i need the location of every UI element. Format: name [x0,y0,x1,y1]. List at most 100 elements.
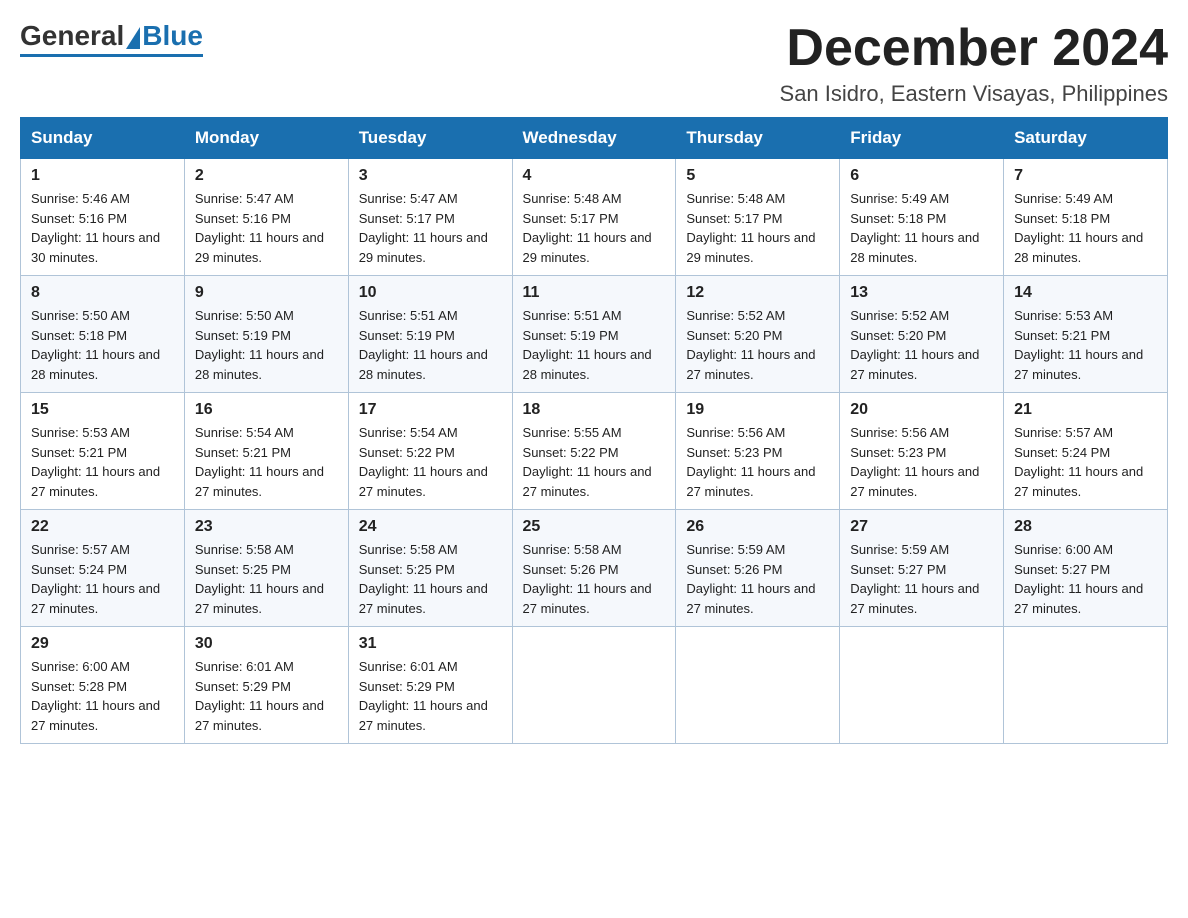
day-info: Sunrise: 5:52 AMSunset: 5:20 PMDaylight:… [686,308,815,382]
day-info: Sunrise: 5:51 AMSunset: 5:19 PMDaylight:… [359,308,488,382]
day-info: Sunrise: 5:50 AMSunset: 5:19 PMDaylight:… [195,308,324,382]
day-info: Sunrise: 5:57 AMSunset: 5:24 PMDaylight:… [31,542,160,616]
calendar-cell [676,627,840,744]
day-number: 24 [359,518,502,536]
logo-underline [20,54,203,57]
calendar-body: 1Sunrise: 5:46 AMSunset: 5:16 PMDaylight… [21,159,1168,744]
calendar-cell: 17Sunrise: 5:54 AMSunset: 5:22 PMDayligh… [348,393,512,510]
day-info: Sunrise: 6:01 AMSunset: 5:29 PMDaylight:… [195,659,324,733]
calendar-cell: 1Sunrise: 5:46 AMSunset: 5:16 PMDaylight… [21,159,185,276]
day-number: 27 [850,518,993,536]
calendar-cell: 13 Sunrise: 5:52 AMSunset: 5:20 PMDayligh… [840,276,1004,393]
calendar-cell: 31Sunrise: 6:01 AMSunset: 5:29 PMDayligh… [348,627,512,744]
calendar-week-row: 22 Sunrise: 5:57 AMSunset: 5:24 PMDayligh… [21,510,1168,627]
calendar-cell: 28 Sunrise: 6:00 AMSunset: 5:27 PMDayligh… [1004,510,1168,627]
logo-general-text: General [20,20,124,52]
calendar-cell: 2Sunrise: 5:47 AMSunset: 5:16 PMDaylight… [184,159,348,276]
calendar-week-row: 29Sunrise: 6:00 AMSunset: 5:28 PMDayligh… [21,627,1168,744]
calendar-cell [1004,627,1168,744]
day-info: Sunrise: 5:53 AMSunset: 5:21 PMDaylight:… [1014,308,1143,382]
calendar-header-row: SundayMondayTuesdayWednesdayThursdayFrid… [21,118,1168,159]
calendar-week-row: 1Sunrise: 5:46 AMSunset: 5:16 PMDaylight… [21,159,1168,276]
day-info: Sunrise: 5:59 AMSunset: 5:26 PMDaylight:… [686,542,815,616]
calendar-cell: 8 Sunrise: 5:50 AMSunset: 5:18 PMDaylight… [21,276,185,393]
title-section: December 2024 San Isidro, Eastern Visaya… [780,20,1168,107]
day-info: Sunrise: 5:50 AMSunset: 5:18 PMDaylight:… [31,308,160,382]
calendar-cell: 5 Sunrise: 5:48 AMSunset: 5:17 PMDaylight… [676,159,840,276]
day-number: 12 [686,284,829,302]
day-info: Sunrise: 5:59 AMSunset: 5:27 PMDaylight:… [850,542,979,616]
day-info: Sunrise: 5:56 AMSunset: 5:23 PMDaylight:… [686,425,815,499]
calendar-cell: 3 Sunrise: 5:47 AMSunset: 5:17 PMDaylight… [348,159,512,276]
day-number: 6 [850,167,993,185]
column-header-friday: Friday [840,118,1004,159]
day-info: Sunrise: 5:48 AMSunset: 5:17 PMDaylight:… [686,191,815,265]
day-info: Sunrise: 5:48 AMSunset: 5:17 PMDaylight:… [523,191,652,265]
day-info: Sunrise: 5:56 AMSunset: 5:23 PMDaylight:… [850,425,979,499]
day-number: 7 [1014,167,1157,185]
day-info: Sunrise: 5:55 AMSunset: 5:22 PMDaylight:… [523,425,652,499]
day-info: Sunrise: 5:57 AMSunset: 5:24 PMDaylight:… [1014,425,1143,499]
day-number: 19 [686,401,829,419]
day-info: Sunrise: 6:00 AMSunset: 5:27 PMDaylight:… [1014,542,1143,616]
calendar-cell: 14Sunrise: 5:53 AMSunset: 5:21 PMDayligh… [1004,276,1168,393]
day-number: 21 [1014,401,1157,419]
day-number: 10 [359,284,502,302]
day-info: Sunrise: 5:49 AMSunset: 5:18 PMDaylight:… [850,191,979,265]
day-number: 3 [359,167,502,185]
day-number: 5 [686,167,829,185]
column-header-tuesday: Tuesday [348,118,512,159]
calendar-cell: 19 Sunrise: 5:56 AMSunset: 5:23 PMDayligh… [676,393,840,510]
day-info: Sunrise: 5:58 AMSunset: 5:25 PMDaylight:… [195,542,324,616]
day-number: 15 [31,401,174,419]
column-header-saturday: Saturday [1004,118,1168,159]
day-number: 17 [359,401,502,419]
day-number: 25 [523,518,666,536]
column-header-thursday: Thursday [676,118,840,159]
calendar-cell [512,627,676,744]
location-subtitle: San Isidro, Eastern Visayas, Philippines [780,81,1168,107]
calendar-cell: 25 Sunrise: 5:58 AMSunset: 5:26 PMDayligh… [512,510,676,627]
page-header: General Blue December 2024 San Isidro, E… [20,20,1168,107]
day-info: Sunrise: 5:47 AMSunset: 5:16 PMDaylight:… [195,191,324,265]
calendar-cell [840,627,1004,744]
day-number: 20 [850,401,993,419]
day-number: 11 [523,284,666,302]
calendar-cell: 30Sunrise: 6:01 AMSunset: 5:29 PMDayligh… [184,627,348,744]
day-info: Sunrise: 5:58 AMSunset: 5:26 PMDaylight:… [523,542,652,616]
day-number: 22 [31,518,174,536]
logo-blue-text: Blue [142,20,203,52]
calendar-cell: 22 Sunrise: 5:57 AMSunset: 5:24 PMDayligh… [21,510,185,627]
day-number: 8 [31,284,174,302]
day-number: 16 [195,401,338,419]
calendar-cell: 23Sunrise: 5:58 AMSunset: 5:25 PMDayligh… [184,510,348,627]
day-info: Sunrise: 5:52 AMSunset: 5:20 PMDaylight:… [850,308,979,382]
column-header-wednesday: Wednesday [512,118,676,159]
logo: General Blue [20,20,203,57]
day-number: 13 [850,284,993,302]
column-header-sunday: Sunday [21,118,185,159]
calendar-cell: 6 Sunrise: 5:49 AMSunset: 5:18 PMDaylight… [840,159,1004,276]
calendar-cell: 18Sunrise: 5:55 AMSunset: 5:22 PMDayligh… [512,393,676,510]
day-info: Sunrise: 5:58 AMSunset: 5:25 PMDaylight:… [359,542,488,616]
day-info: Sunrise: 6:01 AMSunset: 5:29 PMDaylight:… [359,659,488,733]
month-title: December 2024 [780,20,1168,77]
day-info: Sunrise: 5:53 AMSunset: 5:21 PMDaylight:… [31,425,160,499]
calendar-cell: 16 Sunrise: 5:54 AMSunset: 5:21 PMDayligh… [184,393,348,510]
day-number: 28 [1014,518,1157,536]
day-info: Sunrise: 5:54 AMSunset: 5:21 PMDaylight:… [195,425,324,499]
logo-triangle-icon [126,27,140,49]
day-info: Sunrise: 5:51 AMSunset: 5:19 PMDaylight:… [523,308,652,382]
calendar-cell: 21 Sunrise: 5:57 AMSunset: 5:24 PMDayligh… [1004,393,1168,510]
day-info: Sunrise: 5:46 AMSunset: 5:16 PMDaylight:… [31,191,160,265]
day-info: Sunrise: 5:47 AMSunset: 5:17 PMDaylight:… [359,191,488,265]
day-info: Sunrise: 5:49 AMSunset: 5:18 PMDaylight:… [1014,191,1143,265]
day-info: Sunrise: 6:00 AMSunset: 5:28 PMDaylight:… [31,659,160,733]
day-number: 26 [686,518,829,536]
column-header-monday: Monday [184,118,348,159]
calendar-cell: 4Sunrise: 5:48 AMSunset: 5:17 PMDaylight… [512,159,676,276]
calendar-cell: 9Sunrise: 5:50 AMSunset: 5:19 PMDaylight… [184,276,348,393]
calendar-table: SundayMondayTuesdayWednesdayThursdayFrid… [20,117,1168,744]
calendar-cell: 12 Sunrise: 5:52 AMSunset: 5:20 PMDayligh… [676,276,840,393]
calendar-week-row: 8 Sunrise: 5:50 AMSunset: 5:18 PMDaylight… [21,276,1168,393]
